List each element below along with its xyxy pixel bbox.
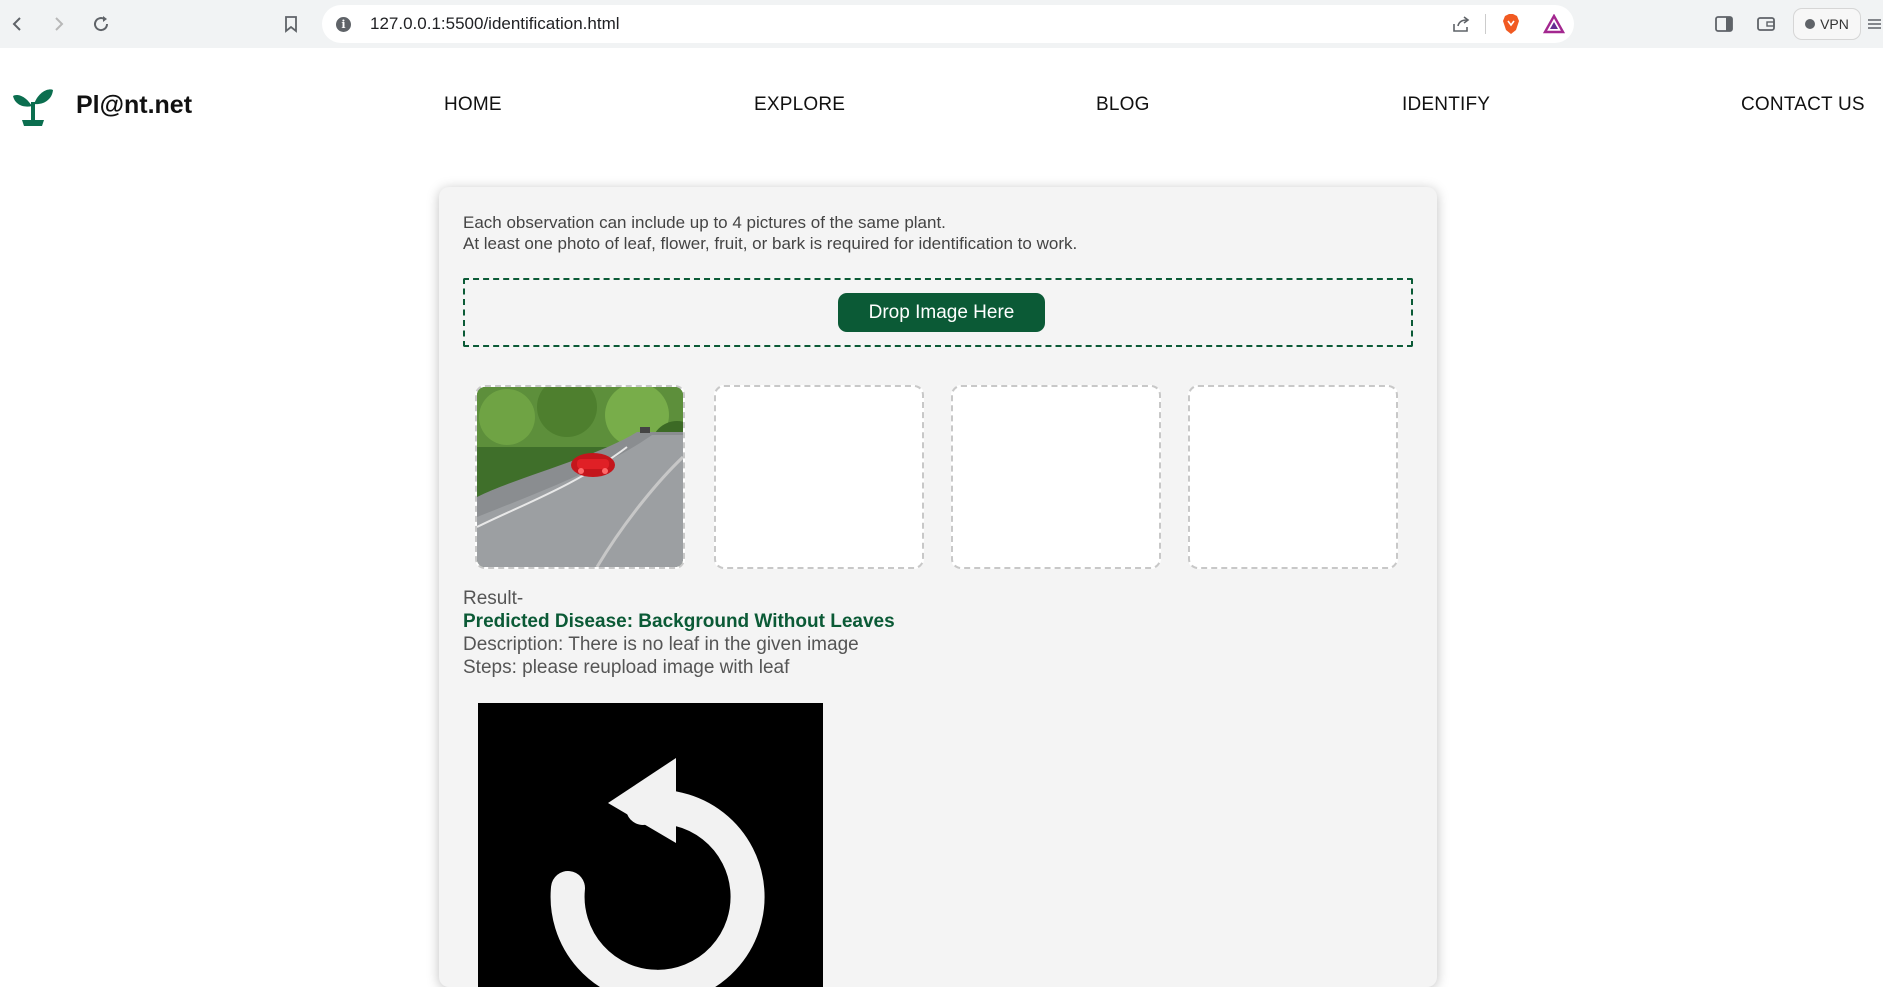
sidebar-toggle-icon[interactable]: [1710, 10, 1738, 38]
result-steps: Steps: please reupload image with leaf: [463, 657, 790, 678]
reupload-button[interactable]: [478, 703, 823, 987]
image-slot-1[interactable]: [475, 385, 685, 569]
omnibox-divider: [1485, 14, 1486, 34]
image-drop-zone[interactable]: Drop Image Here: [463, 278, 1413, 347]
instruction-line-1: Each observation can include up to 4 pic…: [463, 213, 946, 232]
image-slot-4[interactable]: [1188, 385, 1398, 569]
share-icon[interactable]: [1447, 10, 1475, 38]
url-text[interactable]: 127.0.0.1:5500/identification.html: [370, 14, 620, 34]
nav-blog[interactable]: BLOG: [1096, 94, 1150, 116]
uploaded-road-photo: [477, 387, 683, 567]
identification-card: Each observation can include up to 4 pic…: [439, 187, 1437, 987]
vpn-label: VPN: [1820, 16, 1849, 32]
result-description: Description: There is no leaf in the giv…: [463, 634, 859, 655]
predicted-disease: Predicted Disease: Background Without Le…: [463, 611, 895, 632]
nav-home[interactable]: HOME: [444, 94, 502, 116]
image-slot-2[interactable]: [714, 385, 924, 569]
nav-contact-us[interactable]: CONTACT US: [1741, 94, 1865, 116]
nav-identify[interactable]: IDENTIFY: [1402, 94, 1490, 116]
forward-icon[interactable]: [44, 10, 72, 38]
brave-shields-icon[interactable]: [1497, 10, 1525, 38]
instruction-line-2: At least one photo of leaf, flower, frui…: [463, 234, 1078, 253]
browser-toolbar: i 127.0.0.1:5500/identification.html VPN: [0, 0, 1883, 49]
reload-icon[interactable]: [87, 10, 115, 38]
wallet-icon[interactable]: [1752, 10, 1780, 38]
result-heading: Result-: [463, 588, 524, 609]
menu-icon[interactable]: [1865, 10, 1883, 38]
address-bar[interactable]: i 127.0.0.1:5500/identification.html: [322, 5, 1574, 43]
vpn-button[interactable]: VPN: [1793, 8, 1861, 40]
reupload-icon: [550, 758, 765, 987]
back-icon[interactable]: [4, 10, 32, 38]
result-panel: Result- Predicted Disease: Background Wi…: [463, 587, 895, 679]
plant-logo-icon[interactable]: [12, 86, 54, 126]
image-slot-3[interactable]: [951, 385, 1161, 569]
site-info-icon[interactable]: i: [336, 17, 351, 32]
site-header: [0, 48, 1883, 164]
bookmark-icon[interactable]: [277, 10, 305, 38]
brave-rewards-icon[interactable]: [1540, 10, 1568, 38]
instructions: Each observation can include up to 4 pic…: [463, 212, 1077, 254]
vpn-status-icon: [1805, 19, 1816, 29]
nav-explore[interactable]: EXPLORE: [754, 94, 845, 116]
brand-name[interactable]: Pl@nt.net: [76, 91, 192, 120]
drop-image-button[interactable]: Drop Image Here: [838, 293, 1045, 332]
